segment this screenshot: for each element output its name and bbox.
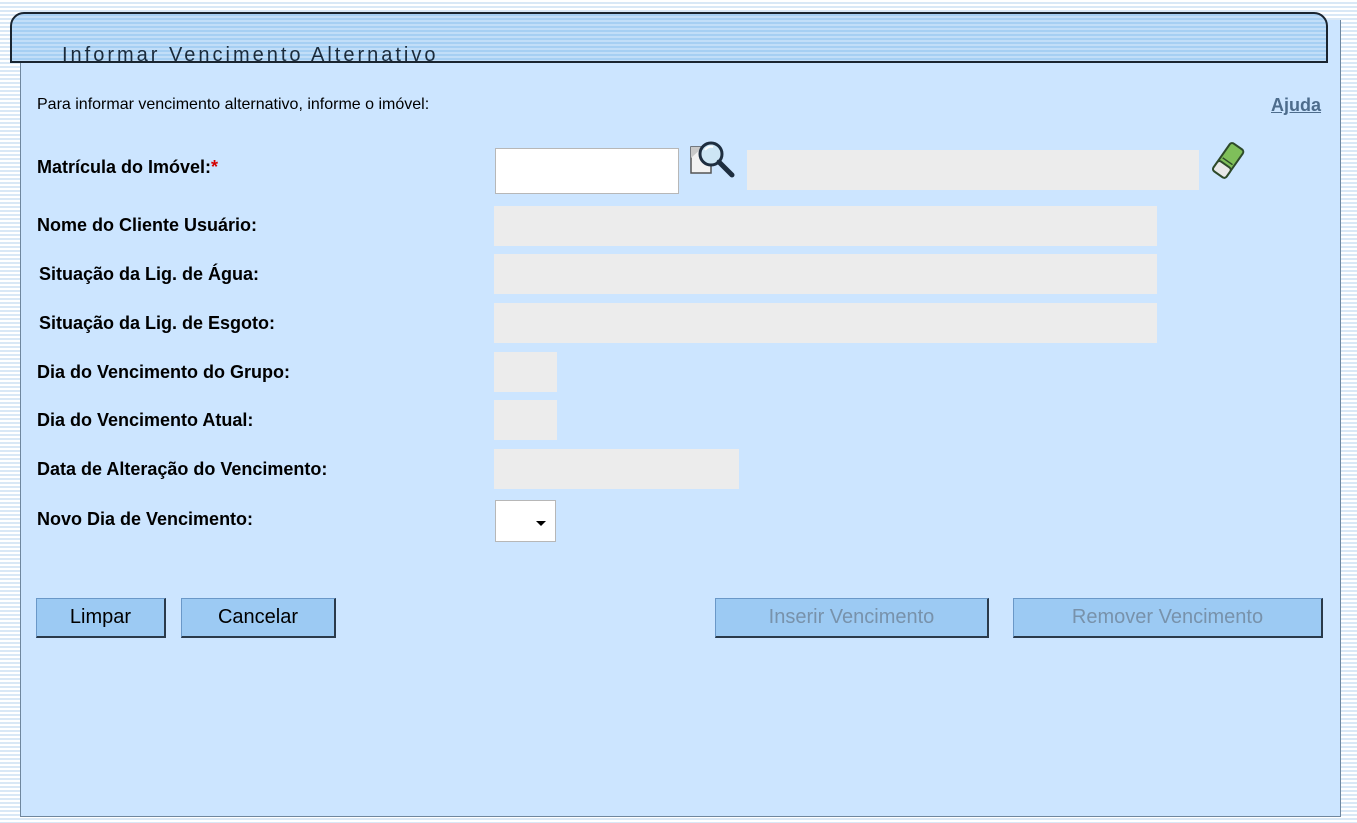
matricula-description-field bbox=[747, 150, 1199, 190]
novo-dia-label: Novo Dia de Vencimento: bbox=[37, 509, 254, 529]
dia-vencimento-atual-field bbox=[494, 400, 557, 440]
situacao-agua-label: Situação da Lig. de Água: bbox=[39, 264, 260, 284]
situacao-esgoto-field bbox=[494, 303, 1157, 343]
page-title: Informar Vencimento Alternativo bbox=[62, 44, 439, 66]
situacao-agua-field bbox=[494, 254, 1157, 294]
data-alteracao-label: Data de Alteração do Vencimento: bbox=[37, 459, 328, 479]
novo-dia-select[interactable] bbox=[495, 500, 556, 542]
help-link[interactable]: Ajuda bbox=[1271, 95, 1321, 116]
matricula-label: Matrícula do Imóvel:* bbox=[37, 157, 218, 178]
eraser-icon[interactable] bbox=[1206, 140, 1252, 182]
chevron-down-icon bbox=[536, 521, 546, 526]
search-icon[interactable] bbox=[689, 138, 735, 182]
dia-vencimento-atual-label: Dia do Vencimento Atual: bbox=[37, 410, 254, 430]
dia-vencimento-grupo-label: Dia do Vencimento do Grupo: bbox=[37, 362, 291, 382]
intro-text: Para informar vencimento alternativo, in… bbox=[37, 96, 430, 113]
nome-cliente-label: Nome do Cliente Usuário: bbox=[37, 215, 258, 235]
dia-vencimento-grupo-field bbox=[494, 352, 557, 392]
inserir-vencimento-button[interactable]: Inserir Vencimento bbox=[715, 598, 989, 638]
remover-vencimento-button[interactable]: Remover Vencimento bbox=[1013, 598, 1323, 638]
nome-cliente-field bbox=[494, 206, 1157, 246]
matricula-label-text: Matrícula do Imóvel: bbox=[37, 157, 212, 177]
cancelar-button[interactable]: Cancelar bbox=[181, 598, 336, 638]
required-marker: * bbox=[211, 157, 219, 177]
situacao-esgoto-label: Situação da Lig. de Esgoto: bbox=[39, 313, 276, 333]
data-alteracao-field bbox=[494, 449, 739, 489]
limpar-button[interactable]: Limpar bbox=[36, 598, 166, 638]
matricula-input[interactable] bbox=[495, 148, 679, 194]
